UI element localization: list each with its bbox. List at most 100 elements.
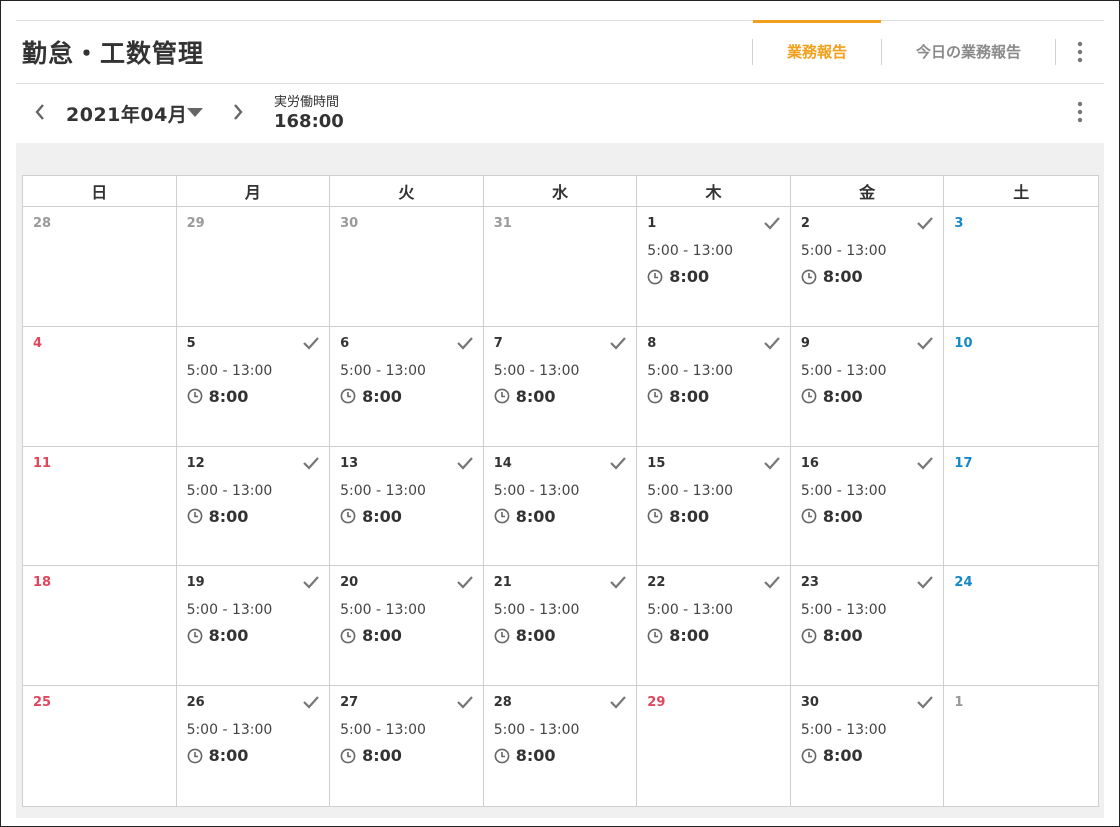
work-duration: 8:00 [647, 267, 709, 286]
weekday-header: 木 [637, 176, 791, 207]
month-dropdown-button[interactable] [184, 102, 206, 124]
clock-icon [340, 628, 356, 644]
calendar-day-cell[interactable]: 19 5:00 - 13:00 8:00 [176, 566, 331, 687]
clock-icon [801, 269, 817, 284]
day-number: 1 [954, 695, 964, 711]
calendar-day-cell[interactable]: 6 5:00 - 13:00 8:00 [330, 326, 484, 447]
duration-value: 8:00 [362, 386, 402, 406]
work-time-range: 5:00 - 13:00 [647, 602, 734, 619]
clock-icon [647, 269, 663, 284]
weekday-header: 月 [176, 176, 331, 207]
clock-icon [340, 388, 356, 404]
tab-todays-business-report[interactable]: 今日の業務報告 [882, 20, 1055, 83]
calendar-day-cell[interactable]: 29 [176, 207, 331, 327]
weekday-header: 土 [944, 176, 1098, 207]
calendar-day-cell[interactable]: 12 5:00 - 13:00 8:00 [176, 446, 331, 567]
calendar-day-cell[interactable]: 25 [23, 686, 177, 806]
calendar-day-cell[interactable]: 28 [23, 207, 177, 327]
duration-value: 8:00 [515, 386, 556, 406]
calendar-day-cell[interactable]: 24 [944, 566, 1098, 687]
calendar-day-cell[interactable]: 11 [23, 446, 177, 567]
day-number: 3 [954, 216, 964, 231]
day-number: 21 [493, 575, 512, 591]
calendar-day-cell[interactable]: 4 [23, 326, 177, 447]
work-duration: 8:00 [801, 746, 863, 765]
calendar-day-cell[interactable]: 7 5:00 - 13:00 8:00 [483, 326, 638, 447]
check-icon [303, 456, 319, 470]
calendar-day-cell[interactable]: 27 5:00 - 13:00 8:00 [330, 686, 484, 806]
calendar-day-cell[interactable]: 5 5:00 - 13:00 8:00 [176, 326, 331, 447]
duration-value: 8:00 [208, 386, 249, 406]
work-time-range: 5:00 - 13:00 [186, 722, 273, 739]
work-time-range: 5:00 - 13:00 [340, 722, 426, 739]
calendar-day-cell[interactable]: 13 5:00 - 13:00 8:00 [330, 446, 484, 567]
work-duration: 8:00 [494, 507, 556, 526]
calendar-day-cell[interactable]: 16 5:00 - 13:00 8:00 [790, 446, 945, 567]
work-duration: 8:00 [494, 626, 556, 645]
clock-icon [647, 508, 663, 524]
calendar-day-cell[interactable]: 1 [944, 686, 1098, 806]
calendar-area: 日月火水木金土 28 29 30 31 1 5:00 - 13:00 8:00 2 5:00 - … [16, 143, 1104, 818]
prev-month-button[interactable] [28, 100, 52, 124]
day-number: 29 [647, 695, 666, 711]
calendar-day-cell[interactable]: 30 [330, 207, 484, 327]
calendar-day-cell[interactable]: 26 5:00 - 13:00 8:00 [177, 686, 331, 806]
day-number: 24 [954, 575, 973, 591]
calendar-day-cell[interactable]: 23 5:00 - 13:00 8:00 [790, 566, 945, 687]
calendar-day-cell[interactable]: 18 [23, 566, 177, 687]
chevron-right-icon [234, 104, 243, 120]
calendar-day-cell[interactable]: 9 5:00 - 13:00 8:00 [790, 326, 945, 447]
calendar-day-cell[interactable]: 20 5:00 - 13:00 8:00 [330, 566, 484, 687]
calendar-day-cell[interactable]: 28 5:00 - 13:00 8:00 [484, 686, 638, 806]
duration-value: 8:00 [362, 626, 402, 646]
day-number: 14 [493, 455, 512, 471]
work-duration: 8:00 [647, 387, 709, 406]
check-icon [917, 456, 934, 470]
calendar-day-cell[interactable]: 17 [944, 447, 1098, 567]
day-number: 19 [186, 575, 205, 591]
calendar-day-cell[interactable]: 31 [483, 207, 638, 327]
work-time-range: 5:00 - 13:00 [800, 602, 887, 619]
calendar-day-cell[interactable]: 2 5:00 - 13:00 8:00 [790, 207, 945, 327]
worked-hours-value: 168:00 [274, 111, 344, 132]
check-icon [456, 337, 473, 350]
calendar-day-cell[interactable]: 22 5:00 - 13:00 8:00 [637, 566, 791, 687]
duration-value: 8:00 [669, 386, 710, 406]
duration-value: 8:00 [822, 267, 863, 286]
calendar-day-cell[interactable]: 30 5:00 - 13:00 8:00 [791, 686, 945, 806]
next-month-button[interactable] [226, 100, 250, 124]
calendar-day-cell[interactable]: 8 5:00 - 13:00 8:00 [637, 326, 791, 447]
calendar-day-cell[interactable]: 21 5:00 - 13:00 8:00 [483, 566, 638, 687]
day-number: 6 [340, 335, 350, 351]
work-duration: 8:00 [647, 626, 709, 645]
calendar-day-cell[interactable]: 14 5:00 - 13:00 8:00 [483, 446, 638, 567]
check-icon [456, 456, 473, 470]
work-duration: 8:00 [801, 387, 863, 406]
toolbar-more-button[interactable] [1056, 90, 1104, 134]
work-duration: 8:00 [187, 386, 249, 406]
tab-business-report[interactable]: 業務報告 [752, 20, 881, 83]
day-number: 11 [33, 455, 52, 471]
work-time-range: 5:00 - 13:00 [340, 362, 426, 379]
more-vertical-icon [1077, 41, 1083, 62]
duration-value: 8:00 [669, 506, 710, 526]
chevron-left-icon [35, 104, 44, 120]
duration-value: 8:00 [208, 506, 249, 526]
duration-value: 8:00 [362, 746, 402, 766]
work-duration: 8:00 [340, 626, 402, 645]
calendar-day-cell[interactable]: 15 5:00 - 13:00 8:00 [637, 446, 791, 567]
header-more-button[interactable] [1056, 20, 1104, 83]
day-number: 9 [800, 335, 810, 351]
day-number: 17 [954, 455, 973, 471]
calendar-day-cell[interactable]: 29 [637, 686, 791, 806]
check-icon [303, 576, 319, 589]
check-icon [610, 337, 627, 350]
duration-value: 8:00 [515, 626, 556, 646]
day-number: 29 [186, 216, 205, 231]
day-number: 28 [493, 695, 512, 711]
calendar-day-cell[interactable]: 10 [944, 327, 1098, 447]
work-time-range: 5:00 - 13:00 [186, 602, 273, 619]
day-number: 25 [33, 695, 52, 711]
calendar-day-cell[interactable]: 1 5:00 - 13:00 8:00 [637, 207, 791, 327]
calendar-day-cell[interactable]: 3 [944, 207, 1098, 327]
